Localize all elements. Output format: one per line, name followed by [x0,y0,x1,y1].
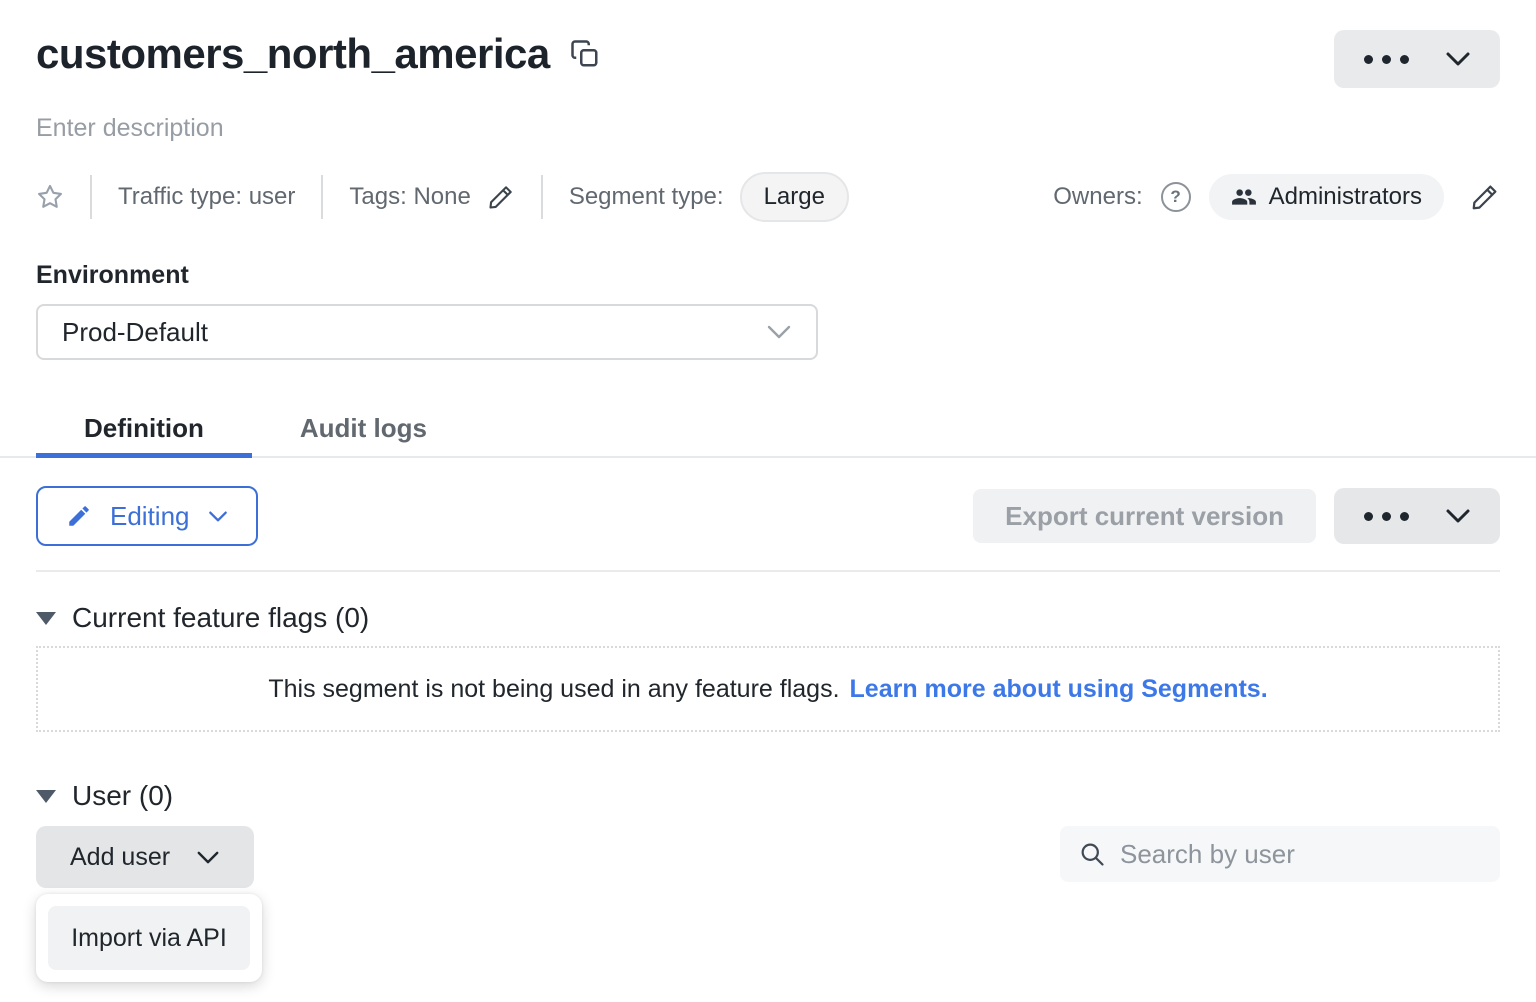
tags-label: Tags: None [349,183,470,211]
editing-dropdown-button[interactable]: Editing [36,486,258,546]
copy-icon[interactable] [570,39,600,69]
search-by-user-input[interactable] [1060,826,1500,882]
feature-flags-section-toggle[interactable]: Current feature flags (0) [36,602,369,634]
ellipsis-icon [1364,512,1409,521]
page-title: customers_north_america [36,30,550,78]
caret-down-icon [36,612,56,625]
description-field[interactable]: Enter description [36,114,1500,143]
menu-item-import-via-api[interactable]: Import via API [48,906,250,970]
add-user-group: Add user Import via API [36,826,262,982]
pencil-icon [66,503,92,529]
user-section-toggle[interactable]: User (0) [36,780,173,812]
learn-more-link[interactable]: Learn more about using Segments. [850,675,1268,704]
tab-audit-logs[interactable]: Audit logs [252,400,475,456]
help-icon[interactable]: ? [1161,182,1191,212]
definition-actions-menu-button[interactable] [1334,488,1500,544]
edit-tags-pencil-icon[interactable] [487,183,515,211]
user-section-title: User (0) [72,780,173,812]
meta-bar: Traffic type: user Tags: None Segment ty… [36,173,1500,221]
divider [90,175,92,219]
divider [36,570,1500,572]
add-user-menu: Import via API [36,894,262,982]
empty-state-message: This segment is not being used in any fe… [268,675,839,704]
chevron-down-icon [1445,51,1471,67]
ellipsis-icon [1364,55,1409,64]
owners-label: Owners: [1053,183,1142,211]
segment-type-badge: Large [740,172,849,222]
add-user-button[interactable]: Add user [36,826,254,888]
star-icon[interactable] [36,183,64,211]
chevron-down-icon [196,850,220,865]
definition-toolbar: Editing Export current version [36,486,1500,546]
feature-flags-section-title: Current feature flags (0) [72,602,369,634]
chevron-down-icon [766,324,792,340]
tab-bar: Definition Audit logs [0,400,1536,458]
owners-group: Owners: ? Administrators [1053,174,1500,220]
divider [321,175,323,219]
search-box [1060,826,1500,882]
page: customers_north_america Enter descriptio… [0,0,1536,982]
owners-value: Administrators [1269,183,1422,211]
caret-down-icon [36,790,56,803]
environment-section: Environment Prod-Default [36,261,1500,360]
feature-flags-empty-state: This segment is not being used in any fe… [36,646,1500,732]
add-user-label: Add user [70,843,170,872]
tab-definition[interactable]: Definition [36,400,252,456]
environment-label: Environment [36,261,1500,290]
segment-type-label: Segment type: [569,183,724,211]
chevron-down-icon [208,510,228,523]
page-actions-menu-button[interactable] [1334,30,1500,88]
header: customers_north_america [36,30,1500,88]
traffic-type-label: Traffic type: user [118,183,295,211]
environment-select[interactable]: Prod-Default [36,304,818,360]
editing-label: Editing [110,501,190,532]
user-controls: Add user Import via API [36,826,1500,982]
environment-selected-value: Prod-Default [62,317,208,348]
search-icon [1078,840,1106,868]
people-icon [1231,184,1257,210]
chevron-down-icon [1445,508,1471,524]
edit-owners-pencil-icon[interactable] [1470,182,1500,212]
divider [541,175,543,219]
owners-chip[interactable]: Administrators [1209,174,1444,220]
export-current-version-button[interactable]: Export current version [973,489,1316,543]
